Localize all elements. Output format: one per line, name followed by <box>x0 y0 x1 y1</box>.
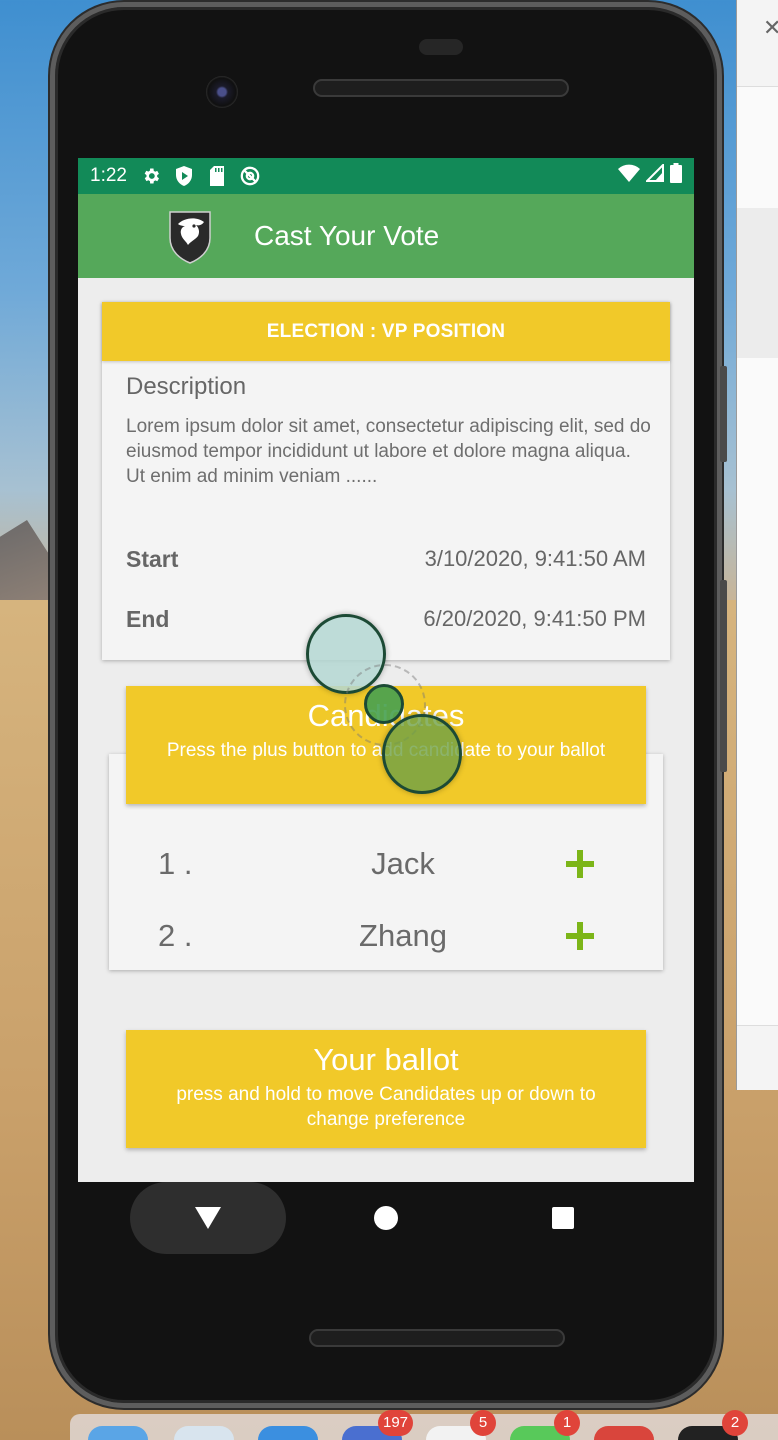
start-value: 3/10/2020, 9:41:50 AM <box>424 546 646 571</box>
end-label: End <box>126 606 170 632</box>
app-bar: Cast Your Vote <box>78 194 694 278</box>
description-text: Lorem ipsum dolor sit amet, consectetur … <box>126 416 651 487</box>
plus-icon[interactable] <box>564 848 596 880</box>
ballot-header: Your ballot press and hold to move Candi… <box>126 1030 646 1148</box>
signal-icon <box>644 162 664 188</box>
home-circle-icon[interactable] <box>374 1206 398 1230</box>
list-item: 2 . Zhang <box>158 918 628 968</box>
candidate-number: 2 . <box>158 918 193 953</box>
nav-bar <box>78 1182 694 1254</box>
finder-icon[interactable] <box>88 1426 148 1440</box>
front-camera <box>206 76 238 108</box>
touch-indicator <box>364 684 404 724</box>
wifi-icon <box>618 164 640 188</box>
list-item: 1 . Jack <box>158 846 628 896</box>
at-sign-icon <box>240 166 260 186</box>
plus-icon[interactable] <box>564 920 596 952</box>
back-triangle-icon[interactable] <box>130 1182 286 1254</box>
touch-indicator <box>382 714 462 794</box>
eagle-shield-logo <box>168 208 212 264</box>
election-header: ELECTION : VP POSITION <box>102 302 670 361</box>
start-label: Start <box>126 546 179 572</box>
description-label: Description <box>126 373 247 400</box>
status-time: 1:22 <box>90 165 127 186</box>
earpiece <box>419 39 463 55</box>
calendar-badge: 5 <box>470 1410 496 1436</box>
sd-card-icon <box>207 166 227 186</box>
messages-badge: 1 <box>554 1410 580 1436</box>
battery-icon <box>670 163 682 189</box>
ballot-title: Your ballot <box>313 1042 459 1077</box>
status-right-icons <box>618 162 682 189</box>
gear-icon <box>141 166 161 186</box>
safari-icon[interactable] <box>258 1426 318 1440</box>
end-value: 6/20/2020, 9:41:50 PM <box>423 606 646 631</box>
background-window-panel <box>737 208 778 358</box>
app-badge: 2 <box>722 1410 748 1436</box>
background-window: ✕ <box>736 0 778 1090</box>
mail-badge: 197 <box>378 1410 414 1436</box>
app-icon[interactable] <box>594 1426 654 1440</box>
shield-play-icon <box>174 166 194 186</box>
volume-button <box>720 580 727 772</box>
close-icon[interactable]: ✕ <box>763 16 778 41</box>
app-title: Cast Your Vote <box>254 220 440 251</box>
ballot-subtitle: press and hold to move Candidates up or … <box>176 1084 596 1130</box>
candidate-name: Jack <box>371 846 435 881</box>
bottom-speaker <box>309 1329 565 1347</box>
status-bar: 1:22 <box>78 158 694 194</box>
power-button <box>720 366 727 462</box>
candidate-name: Zhang <box>359 918 447 953</box>
election-card: ELECTION : VP POSITION Description Lorem… <box>102 302 670 660</box>
launchpad-icon[interactable] <box>174 1426 234 1440</box>
top-speaker <box>313 79 569 97</box>
recents-square-icon[interactable] <box>552 1207 574 1229</box>
macos-dock: 197 5 1 2 <box>70 1410 778 1440</box>
candidate-number: 1 . <box>158 846 193 881</box>
